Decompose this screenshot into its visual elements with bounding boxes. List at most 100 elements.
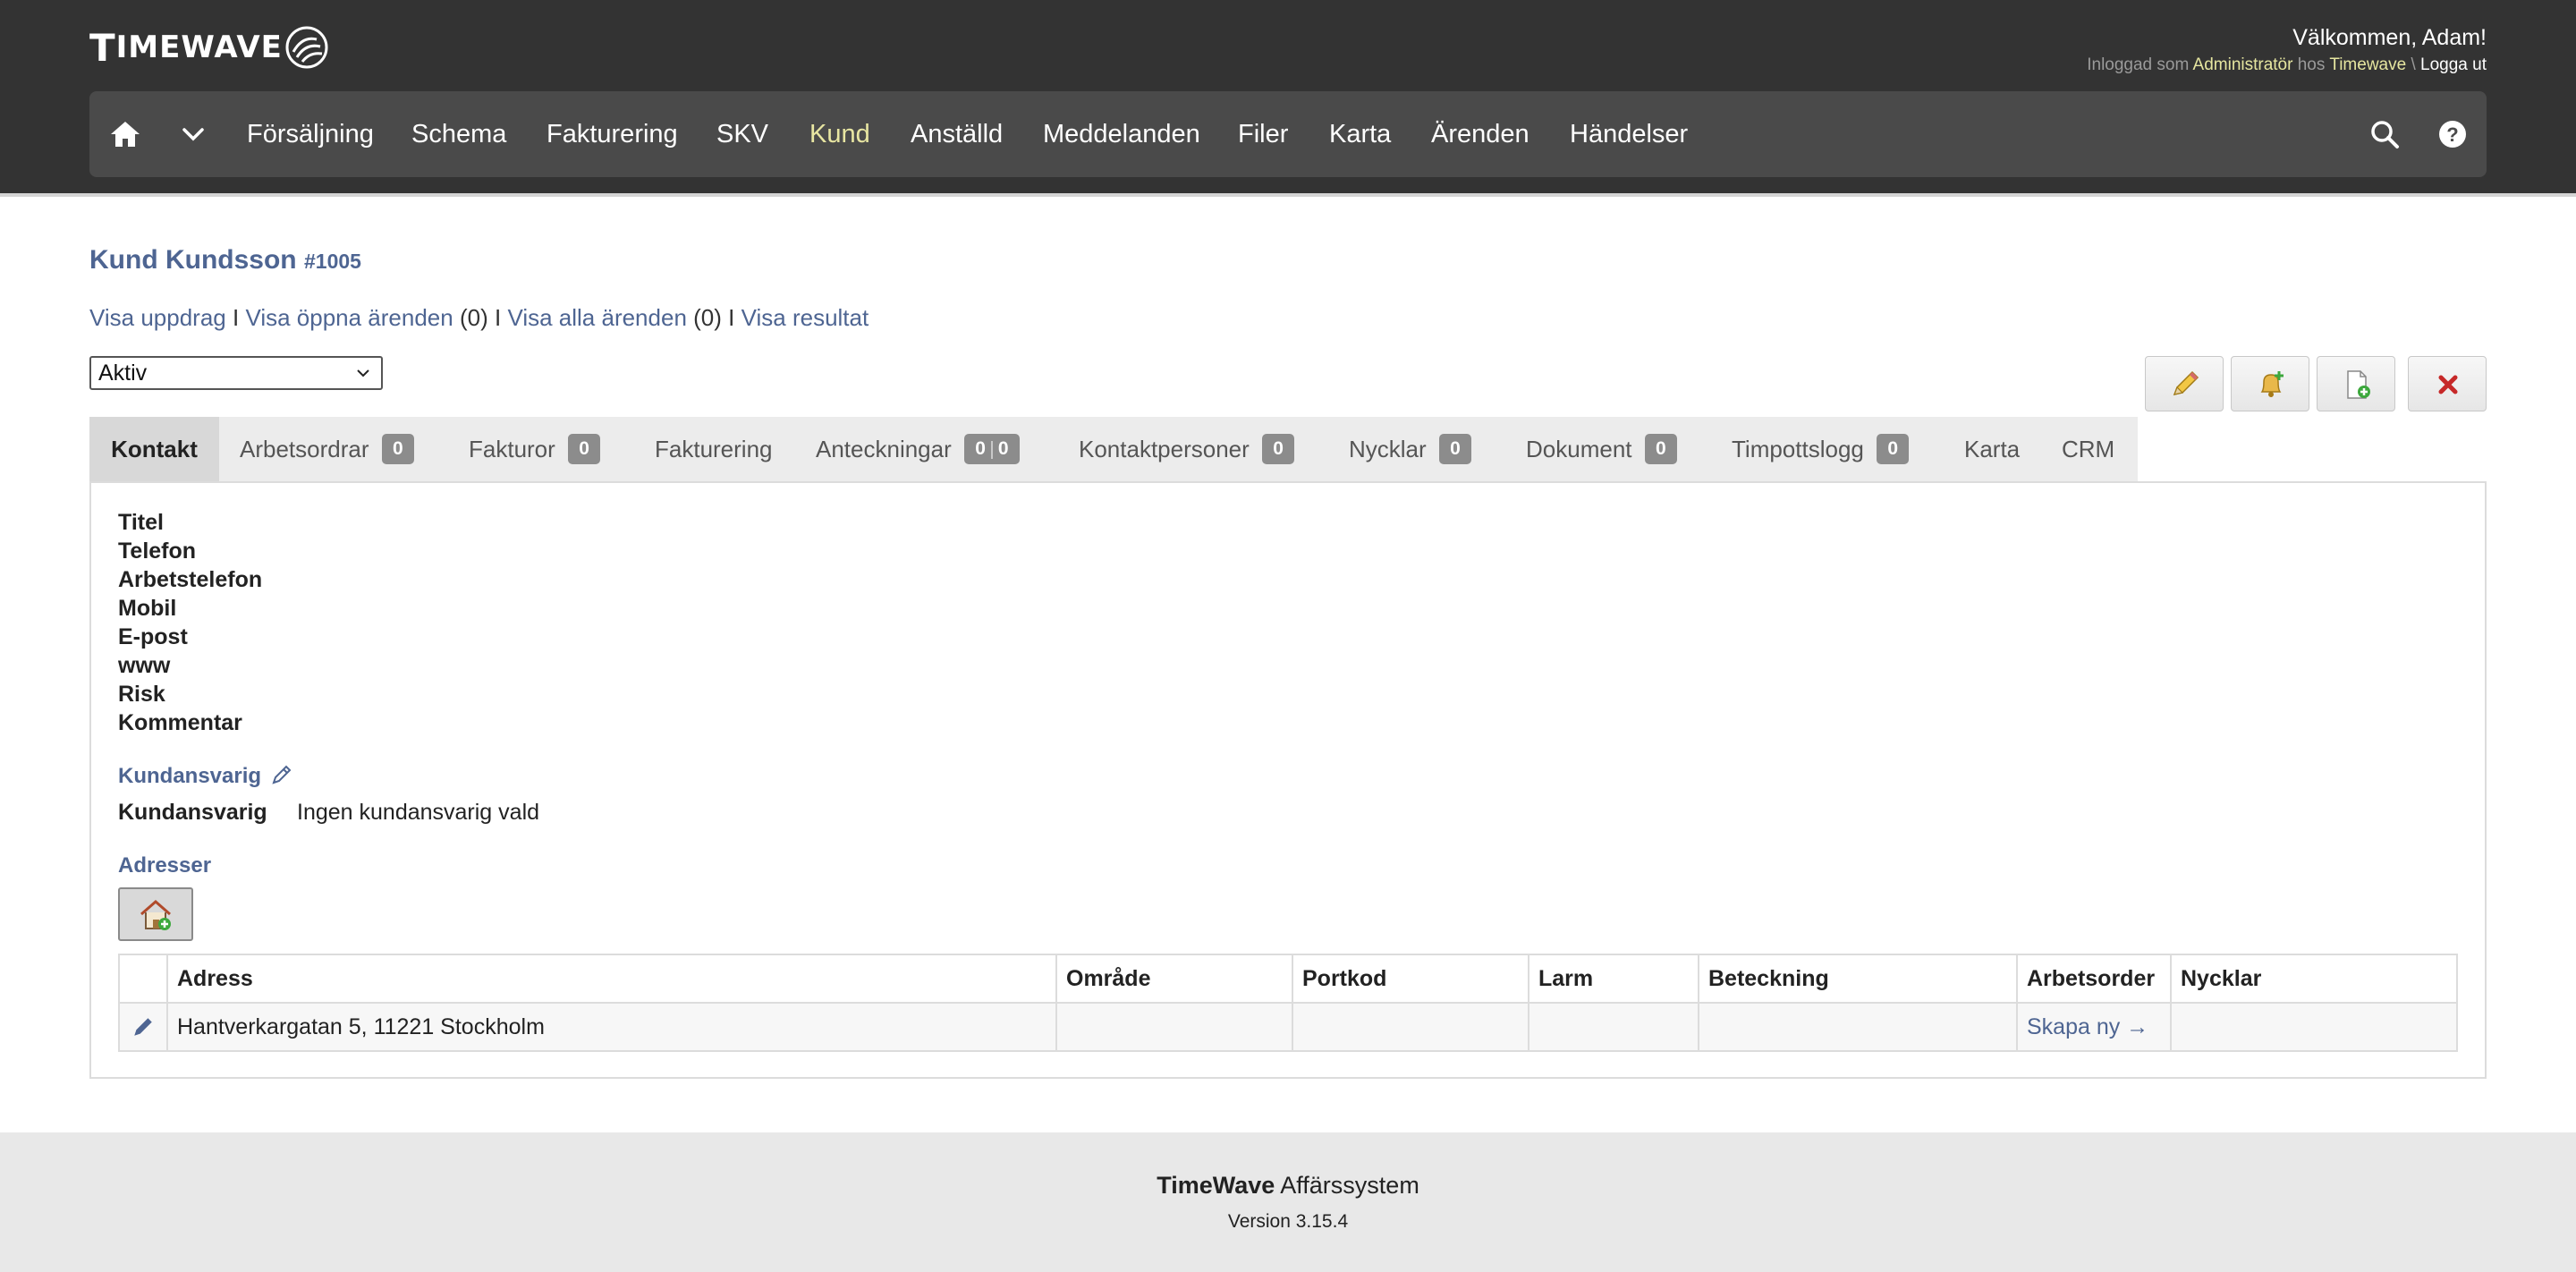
edit-customer-button[interactable] (2145, 356, 2224, 411)
tab-karta[interactable]: Karta (1964, 417, 2020, 481)
nav-item-handelser[interactable]: Händelser (1570, 91, 1688, 177)
tab-label: Dokument (1526, 436, 1632, 462)
column-header-nycklar: Nycklar (2170, 954, 2458, 1004)
show-all-cases-link[interactable]: Visa alla ärenden (507, 304, 686, 331)
count-badge: 0 (1877, 434, 1910, 465)
tab-anteckningar[interactable]: Anteckningar 00 (816, 417, 1020, 481)
show-assignments-link[interactable]: Visa uppdrag (89, 304, 226, 331)
logo-swirl-icon (285, 26, 328, 69)
close-icon (2438, 375, 2458, 394)
footer-system: Affärssystem (1280, 1172, 1419, 1199)
tab-kontaktpersoner[interactable]: Kontaktpersoner 0 (1079, 417, 1294, 481)
tab-label: Kontaktpersoner (1079, 436, 1250, 462)
tab-label: CRM (2062, 436, 2115, 462)
search-icon[interactable] (2368, 118, 2401, 150)
field-label-titel: Titel (118, 510, 164, 535)
field-label-risk: Risk (118, 682, 165, 707)
tab-label: Fakturor (469, 436, 555, 462)
logo-text: IMEWAVE (115, 30, 283, 65)
table-header-row: Adress Område Portkod Larm Beteckning Ar… (118, 954, 2458, 1004)
field-label-epost: E-post (118, 624, 188, 649)
tab-label: Arbetsordrar (240, 436, 369, 462)
login-prefix: Inloggad som (2087, 55, 2190, 74)
timewave-logo[interactable]: T IMEWAVE (89, 23, 329, 72)
link-separator: I (232, 304, 240, 331)
count-badge: 0 (1439, 434, 1471, 465)
nav-item-fakturering[interactable]: Fakturering (547, 91, 678, 177)
column-header-edit (118, 954, 168, 1004)
show-open-cases-link[interactable]: Visa öppna ärenden (245, 304, 453, 331)
create-work-order-link[interactable]: Skapa ny → (2027, 1014, 2148, 1039)
add-document-button[interactable] (2317, 356, 2395, 411)
nav-item-filer[interactable]: Filer (1238, 91, 1288, 177)
footer-version: Version 3.15.4 (1227, 1211, 1349, 1232)
count-badge: 0 (381, 434, 414, 465)
page-footer: TimeWave Affärssystem Version 3.15.4 (0, 1132, 2576, 1272)
delete-customer-button[interactable] (2408, 356, 2487, 411)
nav-item-schema[interactable]: Schema (411, 91, 506, 177)
status-select[interactable]: Aktiv (89, 356, 383, 390)
field-label-mobil: Mobil (118, 596, 177, 621)
tab-label: Kontakt (111, 436, 198, 462)
field-label-telefon: Telefon (118, 538, 197, 564)
logout-link[interactable]: Logga ut (2420, 55, 2487, 74)
table-row: Hantverkargatan 5, 11221 Stockholm Skapa… (118, 1002, 2458, 1052)
add-address-button[interactable] (118, 887, 193, 941)
pencil-icon[interactable] (131, 1015, 155, 1039)
keys-cell (2170, 1002, 2458, 1052)
nav-item-arenden[interactable]: Ärenden (1431, 91, 1530, 177)
column-header-portkod: Portkod (1292, 954, 1530, 1004)
add-reminder-button[interactable] (2231, 356, 2309, 411)
addresses-table: Adress Område Portkod Larm Beteckning Ar… (118, 954, 2458, 1052)
nav-item-karta[interactable]: Karta (1329, 91, 1391, 177)
tab-label: Nycklar (1349, 436, 1427, 462)
column-header-adress: Adress (166, 954, 1057, 1004)
tab-fakturering[interactable]: Fakturering (655, 417, 773, 481)
count-badge: 0 (568, 434, 600, 465)
notes-count-secondary: 0 (997, 438, 1009, 460)
count-badge: 0 (1644, 434, 1677, 465)
responsible-heading-text: Kundansvarig (118, 764, 262, 788)
link-separator: I (494, 304, 502, 331)
edit-cell (118, 1002, 168, 1052)
login-company-link[interactable]: Timewave (2329, 55, 2406, 74)
tab-label: Timpottslogg (1732, 436, 1864, 462)
footer-brand: TimeWave Affärssystem (0, 1172, 2576, 1200)
nav-item-skv[interactable]: SKV (716, 91, 768, 177)
document-add-icon (2347, 370, 2370, 399)
responsible-label: Kundansvarig (118, 800, 267, 825)
bell-add-icon (2260, 371, 2284, 397)
chevron-down-icon[interactable] (177, 118, 209, 150)
login-info: Inloggad som Administratör hos Timewave … (2087, 55, 2487, 75)
column-header-omrade: Område (1055, 954, 1293, 1004)
login-role-link[interactable]: Administratör (2193, 55, 2293, 74)
field-label-arbetstelefon: Arbetstelefon (118, 567, 263, 592)
tab-dokument[interactable]: Dokument 0 (1526, 417, 1677, 481)
field-label-kommentar: Kommentar (118, 710, 242, 735)
help-icon[interactable]: ? (2436, 118, 2469, 150)
app-header: T IMEWAVE Välkommen, Adam! Inloggad som A… (0, 0, 2576, 197)
customer-name: Kund Kundsson (89, 245, 297, 275)
tab-arbetsordrar[interactable]: Arbetsordrar 0 (240, 417, 414, 481)
nav-item-meddelanden[interactable]: Meddelanden (1043, 91, 1200, 177)
tab-nycklar[interactable]: Nycklar 0 (1349, 417, 1471, 481)
all-cases-count: (0) (693, 304, 722, 331)
tab-kontakt[interactable]: Kontakt (89, 417, 219, 481)
tab-fakturor[interactable]: Fakturor 0 (469, 417, 600, 481)
tab-crm[interactable]: CRM (2062, 417, 2114, 481)
tab-timpottslogg[interactable]: Timpottslogg 0 (1732, 417, 1910, 481)
tab-label: Karta (1964, 436, 2021, 462)
link-separator: I (728, 304, 735, 331)
work-order-cell: Skapa ny → (2016, 1002, 2172, 1052)
field-label-www: www (118, 653, 171, 678)
nav-item-anstalld[interactable]: Anställd (911, 91, 1003, 177)
alarm-cell (1528, 1002, 1699, 1052)
column-header-beteckning: Beteckning (1698, 954, 2018, 1004)
pencil-icon[interactable] (271, 764, 292, 785)
open-cases-count: (0) (459, 304, 488, 331)
home-icon[interactable] (109, 118, 141, 150)
login-separator: \ (2411, 55, 2416, 74)
nav-item-kund[interactable]: Kund (809, 91, 870, 177)
show-results-link[interactable]: Visa resultat (741, 304, 869, 331)
nav-item-forsaljning[interactable]: Försäljning (247, 91, 374, 177)
